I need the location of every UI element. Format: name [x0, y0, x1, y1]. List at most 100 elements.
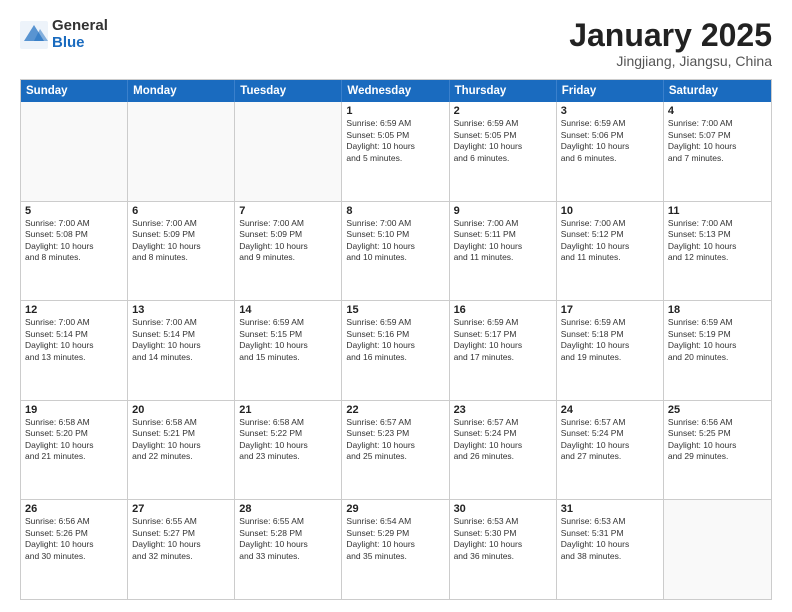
day-info: Sunrise: 7:00 AM Sunset: 5:07 PM Dayligh…: [668, 118, 767, 164]
day-number: 29: [346, 503, 444, 515]
title-location: Jingjiang, Jiangsu, China: [569, 53, 772, 69]
day-number: 13: [132, 304, 230, 316]
day-number: 20: [132, 404, 230, 416]
day-number: 19: [25, 404, 123, 416]
calendar-cell: 31Sunrise: 6:53 AM Sunset: 5:31 PM Dayli…: [557, 500, 664, 599]
title-block: January 2025 Jingjiang, Jiangsu, China: [569, 18, 772, 69]
day-info: Sunrise: 6:57 AM Sunset: 5:23 PM Dayligh…: [346, 417, 444, 463]
calendar-cell: 5Sunrise: 7:00 AM Sunset: 5:08 PM Daylig…: [21, 202, 128, 301]
day-number: 9: [454, 205, 552, 217]
calendar-cell: 30Sunrise: 6:53 AM Sunset: 5:30 PM Dayli…: [450, 500, 557, 599]
day-info: Sunrise: 7:00 AM Sunset: 5:09 PM Dayligh…: [132, 218, 230, 264]
day-number: 8: [346, 205, 444, 217]
day-number: 22: [346, 404, 444, 416]
logo-text: General Blue: [52, 18, 108, 51]
day-info: Sunrise: 7:00 AM Sunset: 5:11 PM Dayligh…: [454, 218, 552, 264]
day-info: Sunrise: 7:00 AM Sunset: 5:10 PM Dayligh…: [346, 218, 444, 264]
day-number: 5: [25, 205, 123, 217]
logo-icon: [20, 21, 48, 49]
calendar-cell: 22Sunrise: 6:57 AM Sunset: 5:23 PM Dayli…: [342, 401, 449, 500]
calendar-cell: 13Sunrise: 7:00 AM Sunset: 5:14 PM Dayli…: [128, 301, 235, 400]
calendar-cell: 23Sunrise: 6:57 AM Sunset: 5:24 PM Dayli…: [450, 401, 557, 500]
calendar-cell: 27Sunrise: 6:55 AM Sunset: 5:27 PM Dayli…: [128, 500, 235, 599]
day-number: 12: [25, 304, 123, 316]
day-number: 4: [668, 105, 767, 117]
day-number: 31: [561, 503, 659, 515]
day-info: Sunrise: 6:57 AM Sunset: 5:24 PM Dayligh…: [454, 417, 552, 463]
calendar-cell: 6Sunrise: 7:00 AM Sunset: 5:09 PM Daylig…: [128, 202, 235, 301]
day-number: 28: [239, 503, 337, 515]
day-header-saturday: Saturday: [664, 80, 771, 102]
calendar-cell: 19Sunrise: 6:58 AM Sunset: 5:20 PM Dayli…: [21, 401, 128, 500]
day-number: 1: [346, 105, 444, 117]
day-info: Sunrise: 6:55 AM Sunset: 5:28 PM Dayligh…: [239, 516, 337, 562]
calendar-cell: [21, 102, 128, 201]
day-number: 15: [346, 304, 444, 316]
calendar-row-4: 19Sunrise: 6:58 AM Sunset: 5:20 PM Dayli…: [21, 400, 771, 500]
calendar-cell: 1Sunrise: 6:59 AM Sunset: 5:05 PM Daylig…: [342, 102, 449, 201]
day-header-thursday: Thursday: [450, 80, 557, 102]
calendar-body: 1Sunrise: 6:59 AM Sunset: 5:05 PM Daylig…: [21, 102, 771, 599]
day-number: 3: [561, 105, 659, 117]
calendar-cell: 15Sunrise: 6:59 AM Sunset: 5:16 PM Dayli…: [342, 301, 449, 400]
calendar-header: SundayMondayTuesdayWednesdayThursdayFrid…: [21, 80, 771, 102]
day-number: 10: [561, 205, 659, 217]
day-number: 30: [454, 503, 552, 515]
day-info: Sunrise: 6:58 AM Sunset: 5:21 PM Dayligh…: [132, 417, 230, 463]
calendar-cell: 11Sunrise: 7:00 AM Sunset: 5:13 PM Dayli…: [664, 202, 771, 301]
day-info: Sunrise: 6:59 AM Sunset: 5:19 PM Dayligh…: [668, 317, 767, 363]
calendar-row-2: 5Sunrise: 7:00 AM Sunset: 5:08 PM Daylig…: [21, 201, 771, 301]
day-header-sunday: Sunday: [21, 80, 128, 102]
page: General Blue January 2025 Jingjiang, Jia…: [0, 0, 792, 612]
day-info: Sunrise: 6:59 AM Sunset: 5:15 PM Dayligh…: [239, 317, 337, 363]
day-info: Sunrise: 6:59 AM Sunset: 5:18 PM Dayligh…: [561, 317, 659, 363]
day-header-monday: Monday: [128, 80, 235, 102]
day-info: Sunrise: 6:58 AM Sunset: 5:20 PM Dayligh…: [25, 417, 123, 463]
logo: General Blue: [20, 18, 108, 51]
day-number: 2: [454, 105, 552, 117]
day-info: Sunrise: 6:56 AM Sunset: 5:25 PM Dayligh…: [668, 417, 767, 463]
calendar-cell: 3Sunrise: 6:59 AM Sunset: 5:06 PM Daylig…: [557, 102, 664, 201]
header: General Blue January 2025 Jingjiang, Jia…: [20, 18, 772, 69]
day-info: Sunrise: 7:00 AM Sunset: 5:14 PM Dayligh…: [132, 317, 230, 363]
calendar-cell: 29Sunrise: 6:54 AM Sunset: 5:29 PM Dayli…: [342, 500, 449, 599]
day-info: Sunrise: 6:56 AM Sunset: 5:26 PM Dayligh…: [25, 516, 123, 562]
calendar-cell: 17Sunrise: 6:59 AM Sunset: 5:18 PM Dayli…: [557, 301, 664, 400]
logo-blue: Blue: [52, 35, 108, 52]
day-info: Sunrise: 6:59 AM Sunset: 5:05 PM Dayligh…: [346, 118, 444, 164]
calendar-cell: 16Sunrise: 6:59 AM Sunset: 5:17 PM Dayli…: [450, 301, 557, 400]
day-number: 16: [454, 304, 552, 316]
day-number: 6: [132, 205, 230, 217]
day-number: 27: [132, 503, 230, 515]
calendar-cell: 24Sunrise: 6:57 AM Sunset: 5:24 PM Dayli…: [557, 401, 664, 500]
calendar-cell: 4Sunrise: 7:00 AM Sunset: 5:07 PM Daylig…: [664, 102, 771, 201]
day-info: Sunrise: 7:00 AM Sunset: 5:12 PM Dayligh…: [561, 218, 659, 264]
day-number: 18: [668, 304, 767, 316]
logo-general: General: [52, 18, 108, 35]
calendar-cell: 20Sunrise: 6:58 AM Sunset: 5:21 PM Dayli…: [128, 401, 235, 500]
calendar-cell: 7Sunrise: 7:00 AM Sunset: 5:09 PM Daylig…: [235, 202, 342, 301]
day-number: 7: [239, 205, 337, 217]
day-number: 11: [668, 205, 767, 217]
calendar: SundayMondayTuesdayWednesdayThursdayFrid…: [20, 79, 772, 600]
day-info: Sunrise: 6:57 AM Sunset: 5:24 PM Dayligh…: [561, 417, 659, 463]
day-info: Sunrise: 6:58 AM Sunset: 5:22 PM Dayligh…: [239, 417, 337, 463]
calendar-cell: 21Sunrise: 6:58 AM Sunset: 5:22 PM Dayli…: [235, 401, 342, 500]
day-info: Sunrise: 6:59 AM Sunset: 5:17 PM Dayligh…: [454, 317, 552, 363]
title-month: January 2025: [569, 18, 772, 53]
calendar-cell: [664, 500, 771, 599]
day-info: Sunrise: 6:54 AM Sunset: 5:29 PM Dayligh…: [346, 516, 444, 562]
calendar-cell: 8Sunrise: 7:00 AM Sunset: 5:10 PM Daylig…: [342, 202, 449, 301]
calendar-row-1: 1Sunrise: 6:59 AM Sunset: 5:05 PM Daylig…: [21, 102, 771, 201]
day-header-wednesday: Wednesday: [342, 80, 449, 102]
day-header-friday: Friday: [557, 80, 664, 102]
calendar-cell: 2Sunrise: 6:59 AM Sunset: 5:05 PM Daylig…: [450, 102, 557, 201]
calendar-cell: [128, 102, 235, 201]
calendar-cell: 14Sunrise: 6:59 AM Sunset: 5:15 PM Dayli…: [235, 301, 342, 400]
day-info: Sunrise: 6:53 AM Sunset: 5:31 PM Dayligh…: [561, 516, 659, 562]
calendar-cell: 25Sunrise: 6:56 AM Sunset: 5:25 PM Dayli…: [664, 401, 771, 500]
day-info: Sunrise: 6:59 AM Sunset: 5:06 PM Dayligh…: [561, 118, 659, 164]
calendar-row-5: 26Sunrise: 6:56 AM Sunset: 5:26 PM Dayli…: [21, 499, 771, 599]
day-info: Sunrise: 7:00 AM Sunset: 5:09 PM Dayligh…: [239, 218, 337, 264]
calendar-cell: 28Sunrise: 6:55 AM Sunset: 5:28 PM Dayli…: [235, 500, 342, 599]
